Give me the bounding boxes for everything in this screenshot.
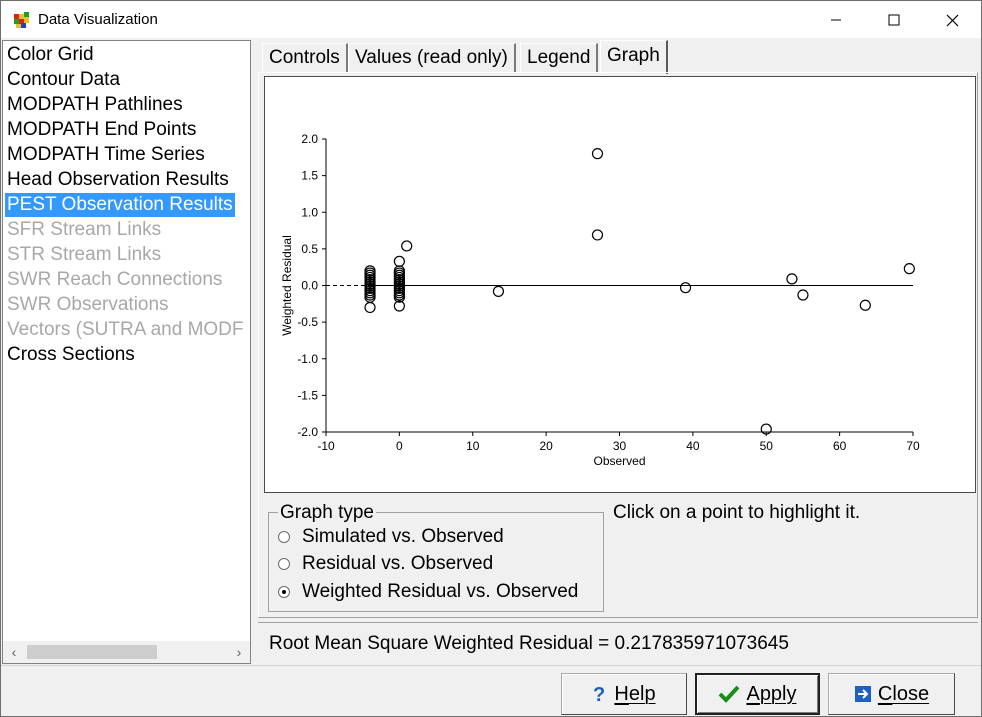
radio-label: Weighted Residual vs. Observed [302,581,579,602]
data-point[interactable] [797,289,809,301]
maximize-button[interactable] [865,1,923,39]
minimize-icon [831,19,841,21]
graph-type-legend: Graph type [278,502,376,524]
data-point[interactable] [859,299,871,311]
title-bar: Data Visualization [0,0,982,38]
data-point[interactable] [492,285,505,297]
radio-button[interactable] [278,586,290,598]
scroll-left-icon[interactable]: ‹ [7,644,21,660]
list-item[interactable]: Cross Sections [5,343,137,367]
y-tick-label: 1.5 [301,169,318,183]
tab-controls[interactable]: Controls [262,43,348,73]
list-item: SFR Stream Links [7,219,162,240]
y-tick-label: 0.5 [301,242,318,256]
close-label: Close [877,682,930,705]
x-tick-label: 40 [686,439,700,453]
svg-text:?: ? [593,684,605,704]
y-tick-label: 2.0 [301,132,318,146]
y-tick-label: -1.0 [297,352,318,366]
tab-legend[interactable]: Legend [520,43,599,73]
radio-button[interactable] [278,558,290,570]
radio-button[interactable] [278,531,290,543]
list-item[interactable]: Contour Data [5,68,122,92]
y-tick-label: -0.5 [297,315,318,329]
tab-values[interactable]: Values (read only) [348,43,516,73]
close-button[interactable]: Close [828,673,955,715]
x-tick-label: 0 [396,439,403,453]
radio-label: Simulated vs. Observed [302,526,504,547]
help-icon: ? [592,684,608,704]
data-point[interactable] [679,282,692,294]
radio-label: Residual vs. Observed [302,553,494,574]
apply-button[interactable]: Apply [695,673,820,715]
tab-graph[interactable]: Graph [600,40,668,74]
app-icon [14,12,29,28]
y-tick-label: 0.0 [301,279,318,293]
hint-text: Click on a point to highlight it. [613,502,861,523]
x-tick-label: -10 [317,439,335,453]
graph-type-option[interactable]: Weighted Residual vs. Observed [278,579,578,605]
x-tick-label: 50 [760,439,774,453]
list-item: SWR Reach Connections [7,269,223,290]
button-separator [1,665,981,666]
help-label: Help [614,682,656,705]
horizontal-scrollbar[interactable]: ‹ › [3,641,250,663]
exit-door-icon [854,685,872,703]
help-button[interactable]: ? Help [561,673,687,715]
data-point[interactable] [364,301,376,314]
data-point[interactable] [786,273,798,285]
minimize-button[interactable] [807,1,865,39]
data-point[interactable] [591,229,604,241]
list-item[interactable]: Color Grid [5,43,96,67]
list-item[interactable]: MODPATH Time Series [5,143,207,167]
list-item: Vectors (SUTRA and MODF [7,319,244,340]
x-tick-label: 70 [906,439,920,453]
y-tick-label: -1.5 [297,388,318,402]
list-item[interactable]: MODPATH End Points [5,118,198,142]
graph-type-option[interactable]: Residual vs. Observed [278,551,493,577]
x-axis-label: Observed [593,454,645,468]
y-axis-label: Weighted Residual [280,235,294,336]
list-item: STR Stream Links [7,244,162,265]
data-point[interactable] [591,148,604,160]
graph-area[interactable]: 2.0 1.5 1.0 0.5 0.0 -0.5 -1.0 -1.5 -2.0 -10 0 10 20 3… [264,76,976,493]
list-item: SWR Observations [7,294,169,315]
close-icon [946,14,958,26]
window-title: Data Visualization [38,11,158,28]
scroll-thumb[interactable] [27,645,157,659]
maximize-icon [888,14,900,26]
visualization-list[interactable]: Color Grid Contour Data MODPATH Pathlines M… [2,40,251,664]
list-item[interactable]: PEST Observation Results [5,193,235,217]
checkmark-icon [718,684,740,704]
scroll-right-icon[interactable]: › [232,644,246,660]
x-tick-label: 30 [613,439,627,453]
data-point[interactable] [401,240,413,252]
x-tick-label: 60 [833,439,847,453]
data-point[interactable] [393,255,405,267]
y-tick-label: -2.0 [297,425,318,439]
x-tick-label: 10 [466,439,480,453]
x-tick-label: 20 [539,439,553,453]
list-item[interactable]: MODPATH Pathlines [5,93,185,117]
apply-label: Apply [746,682,797,705]
graph-type-option[interactable]: Simulated vs. Observed [278,524,504,550]
rms-text: Root Mean Square Weighted Residual = 0.2… [269,633,789,654]
list-item[interactable]: Head Observation Results [5,168,231,192]
close-window-button[interactable] [923,1,981,39]
y-tick-label: 1.0 [301,205,318,219]
weighted-residual-chart[interactable]: 2.0 1.5 1.0 0.5 0.0 -0.5 -1.0 -1.5 -2.0-10 0 10 20 3… [265,77,975,492]
data-point[interactable] [903,263,915,275]
